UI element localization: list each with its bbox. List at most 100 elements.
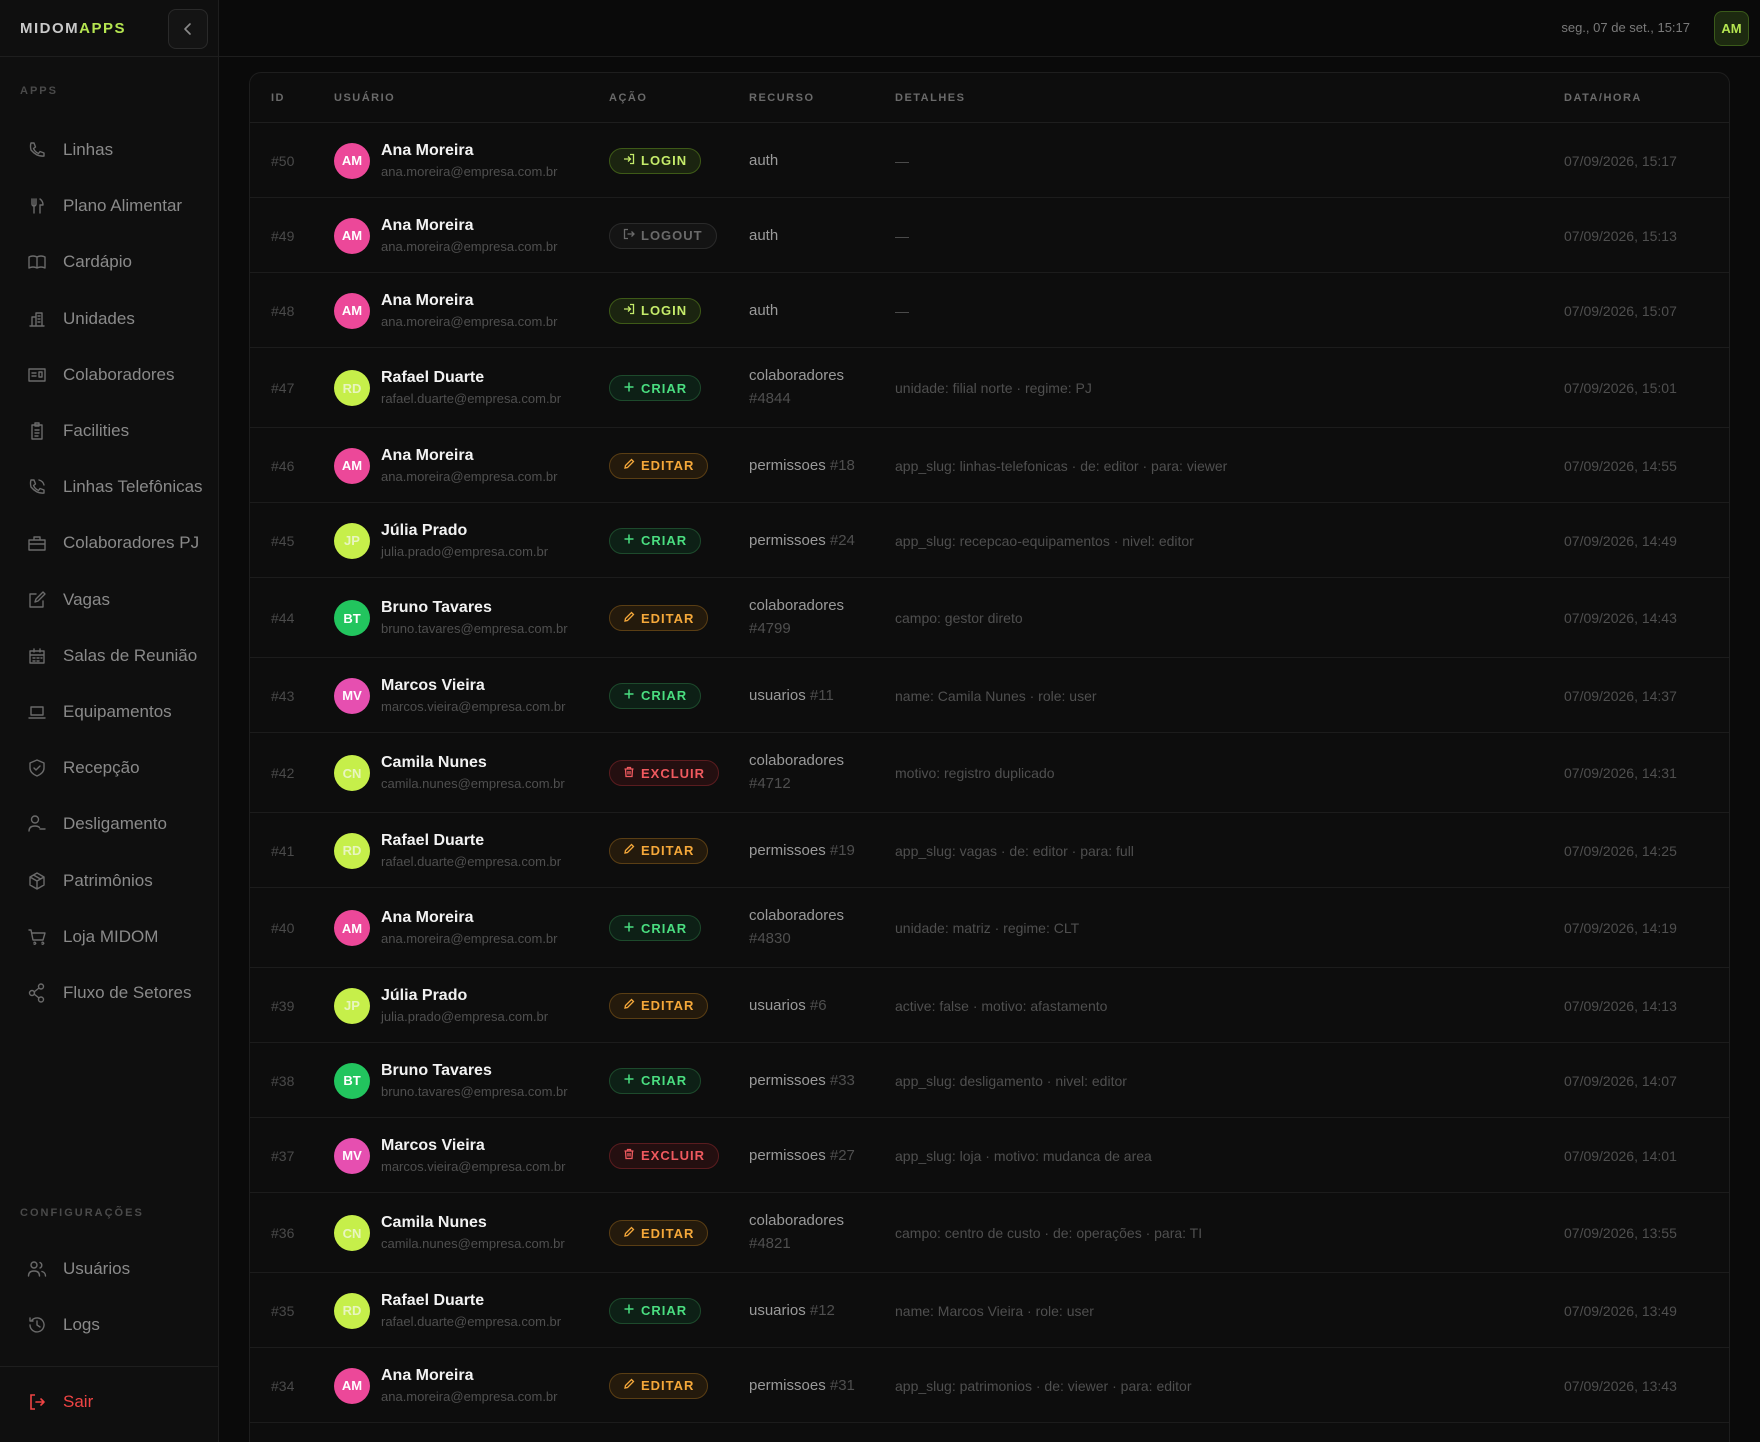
action-label: EXCLUIR (641, 765, 706, 781)
user-email: ana.moreira@empresa.com.br (381, 931, 558, 946)
sidebar-item-patrim-nios[interactable]: Patrimônios (0, 859, 219, 903)
table-row[interactable]: #42 CN Camila Nunes camila.nunes@empresa.co… (250, 733, 1729, 813)
sidebar-item-card-pio[interactable]: Cardápio (0, 240, 219, 284)
table-row[interactable]: #46 AM Ana Moreira ana.moreira@empresa.com.… (250, 428, 1729, 503)
resource-id: #11 (809, 686, 834, 704)
sidebar-item-label: Colaboradores (63, 364, 175, 384)
user-email: rafael.duarte@empresa.com.br (381, 853, 562, 869)
details: app_slug: loja · motivo: mudanca de area (895, 1147, 1152, 1164)
log-datetime: 07/09/2026, 15:13 (1564, 227, 1677, 244)
package-icon (27, 871, 47, 891)
table-row[interactable]: #47 RD Rafael Duarte rafael.duarte@empresa.… (250, 348, 1729, 428)
resource-id: #24 (829, 531, 855, 549)
action-badge: EDITAR (609, 992, 709, 1019)
action-badge: CRIAR (609, 915, 702, 941)
login-icon (623, 303, 635, 318)
editar-icon (623, 458, 635, 473)
user-name: Camila Nunes (381, 1214, 487, 1231)
sidebar-item-equipamentos[interactable]: Equipamentos (0, 690, 219, 734)
avatar: RD (334, 370, 370, 406)
log-id: #34 (271, 1377, 295, 1394)
sidebar-item-colaboradores[interactable]: Colaboradores (0, 353, 219, 397)
details: — (895, 152, 909, 169)
table-row[interactable]: #48 AM Ana Moreira ana.moreira@empresa.com.… (250, 273, 1729, 348)
resource-name: auth (749, 226, 779, 244)
table-row[interactable]: #35 RD Rafael Duarte rafael.duarte@empresa.… (250, 1273, 1729, 1348)
sidebar-item-logs[interactable]: Logs (0, 1303, 219, 1347)
sidebar-item-fluxo-de-setores[interactable]: Fluxo de Setores (0, 971, 219, 1015)
brand-logo[interactable]: MIDOMAPPS (20, 20, 126, 37)
table-row[interactable]: #37 MV Marcos Vieira marcos.vieira@empresa.… (250, 1118, 1729, 1193)
action-label: CRIAR (641, 380, 688, 396)
user-minus-icon (27, 814, 47, 834)
avatar: AM (334, 447, 370, 484)
user-email: ana.moreira@empresa.com.br (381, 238, 558, 254)
user-email: bruno.tavares@empresa.com.br (381, 1083, 568, 1099)
logout-button[interactable]: Sair (0, 1380, 219, 1424)
sidebar-item-linhas-telef-nicas[interactable]: Linhas Telefônicas (0, 465, 219, 509)
action-badge: EDITAR (609, 1220, 709, 1246)
avatar: RD (334, 832, 370, 869)
resource: permissoes #18 (749, 457, 855, 474)
user-name: Júlia Prado (381, 986, 468, 1004)
sidebar-item-colaboradores-pj[interactable]: Colaboradores PJ (0, 521, 219, 565)
table-row[interactable]: #49 AM Ana Moreira ana.moreira@empresa.com.… (250, 198, 1729, 273)
resource-name: permissoes (749, 456, 826, 474)
sidebar-item-usu-rios[interactable]: Usuários (0, 1247, 219, 1291)
user-email: camila.nunes@empresa.com.br (381, 1236, 565, 1251)
log-id: #45 (271, 532, 295, 549)
resource-name: permissoes (749, 1071, 826, 1089)
criar-icon (623, 381, 635, 396)
edit-icon (27, 590, 47, 610)
user-email: bruno.tavares@empresa.com.br (381, 621, 568, 636)
brand-part1: MIDOM (20, 19, 80, 37)
table-row[interactable]: #38 BT Bruno Tavares bruno.tavares@empresa.… (250, 1043, 1729, 1118)
table-row[interactable]: #41 RD Rafael Duarte rafael.duarte@empresa.… (250, 813, 1729, 888)
log-id: #50 (271, 152, 295, 169)
details: app_slug: linhas-telefonicas · de: edito… (895, 457, 1228, 474)
sidebar-item-label: Colaboradores PJ (63, 533, 200, 553)
cart-icon (27, 927, 47, 947)
sidebar-item-linhas[interactable]: Linhas (0, 128, 219, 172)
table-row[interactable]: #50 AM Ana Moreira ana.moreira@empresa.com.… (250, 123, 1729, 198)
table-row[interactable]: #40 AM Ana Moreira ana.moreira@empresa.com.… (250, 888, 1729, 968)
sidebar-item-facilities[interactable]: Facilities (0, 409, 219, 453)
table-row[interactable]: #36 CN Camila Nunes camila.nunes@empresa.co… (250, 1193, 1729, 1273)
phone-icon (27, 140, 47, 160)
sidebar-item-unidades[interactable]: Unidades (0, 297, 219, 341)
collapse-sidebar-button[interactable] (168, 9, 208, 49)
calendar-icon (27, 646, 47, 666)
table-row[interactable]: #39 JP Júlia Prado julia.prado@empresa.com.… (250, 968, 1729, 1043)
table-row[interactable]: #45 JP Júlia Prado julia.prado@empresa.com.… (250, 503, 1729, 578)
resource: auth (749, 152, 778, 169)
avatar: JP (334, 522, 370, 559)
sidebar-item-vagas[interactable]: Vagas (0, 578, 219, 622)
avatar: AM (334, 217, 370, 254)
resource-name: permissoes (749, 1376, 826, 1394)
table-row[interactable]: #43 MV Marcos Vieira marcos.vieira@empresa.… (250, 658, 1729, 733)
resource: permissoes #24 (749, 532, 855, 549)
sidebar-item-desligamento[interactable]: Desligamento (0, 802, 219, 846)
action-label: EDITAR (641, 610, 695, 626)
resource-name: auth (749, 301, 779, 319)
sidebar-item-plano-alimentar[interactable]: Plano Alimentar (0, 184, 219, 228)
sidebar-item-recep-o[interactable]: Recepção (0, 746, 219, 790)
criar-icon (623, 921, 635, 936)
sidebar-item-salas-de-reuni-o[interactable]: Salas de Reunião (0, 634, 219, 678)
user-email: rafael.duarte@empresa.com.br (381, 391, 562, 406)
user-email: ana.moreira@empresa.com.br (381, 313, 558, 329)
log-datetime: 07/09/2026, 14:55 (1564, 457, 1677, 474)
criar-icon (623, 1303, 635, 1318)
sidebar-item-loja-midom[interactable]: Loja MIDOM (0, 915, 219, 959)
table-row[interactable]: #44 BT Bruno Tavares bruno.tavares@empresa.… (250, 578, 1729, 658)
user-name: Marcos Vieira (381, 676, 485, 694)
user-avatar[interactable]: AM (1714, 11, 1749, 46)
sidebar-item-label: Desligamento (63, 814, 167, 834)
log-id: #36 (271, 1225, 295, 1241)
resource: usuarios #6 (749, 997, 827, 1014)
header-id: ID (271, 92, 285, 104)
log-datetime: 07/09/2026, 14:19 (1564, 920, 1677, 936)
table-row[interactable]: #34 AM Ana Moreira ana.moreira@empresa.com.… (250, 1348, 1729, 1423)
log-id: #43 (271, 687, 295, 704)
action-label: CRIAR (641, 533, 688, 548)
